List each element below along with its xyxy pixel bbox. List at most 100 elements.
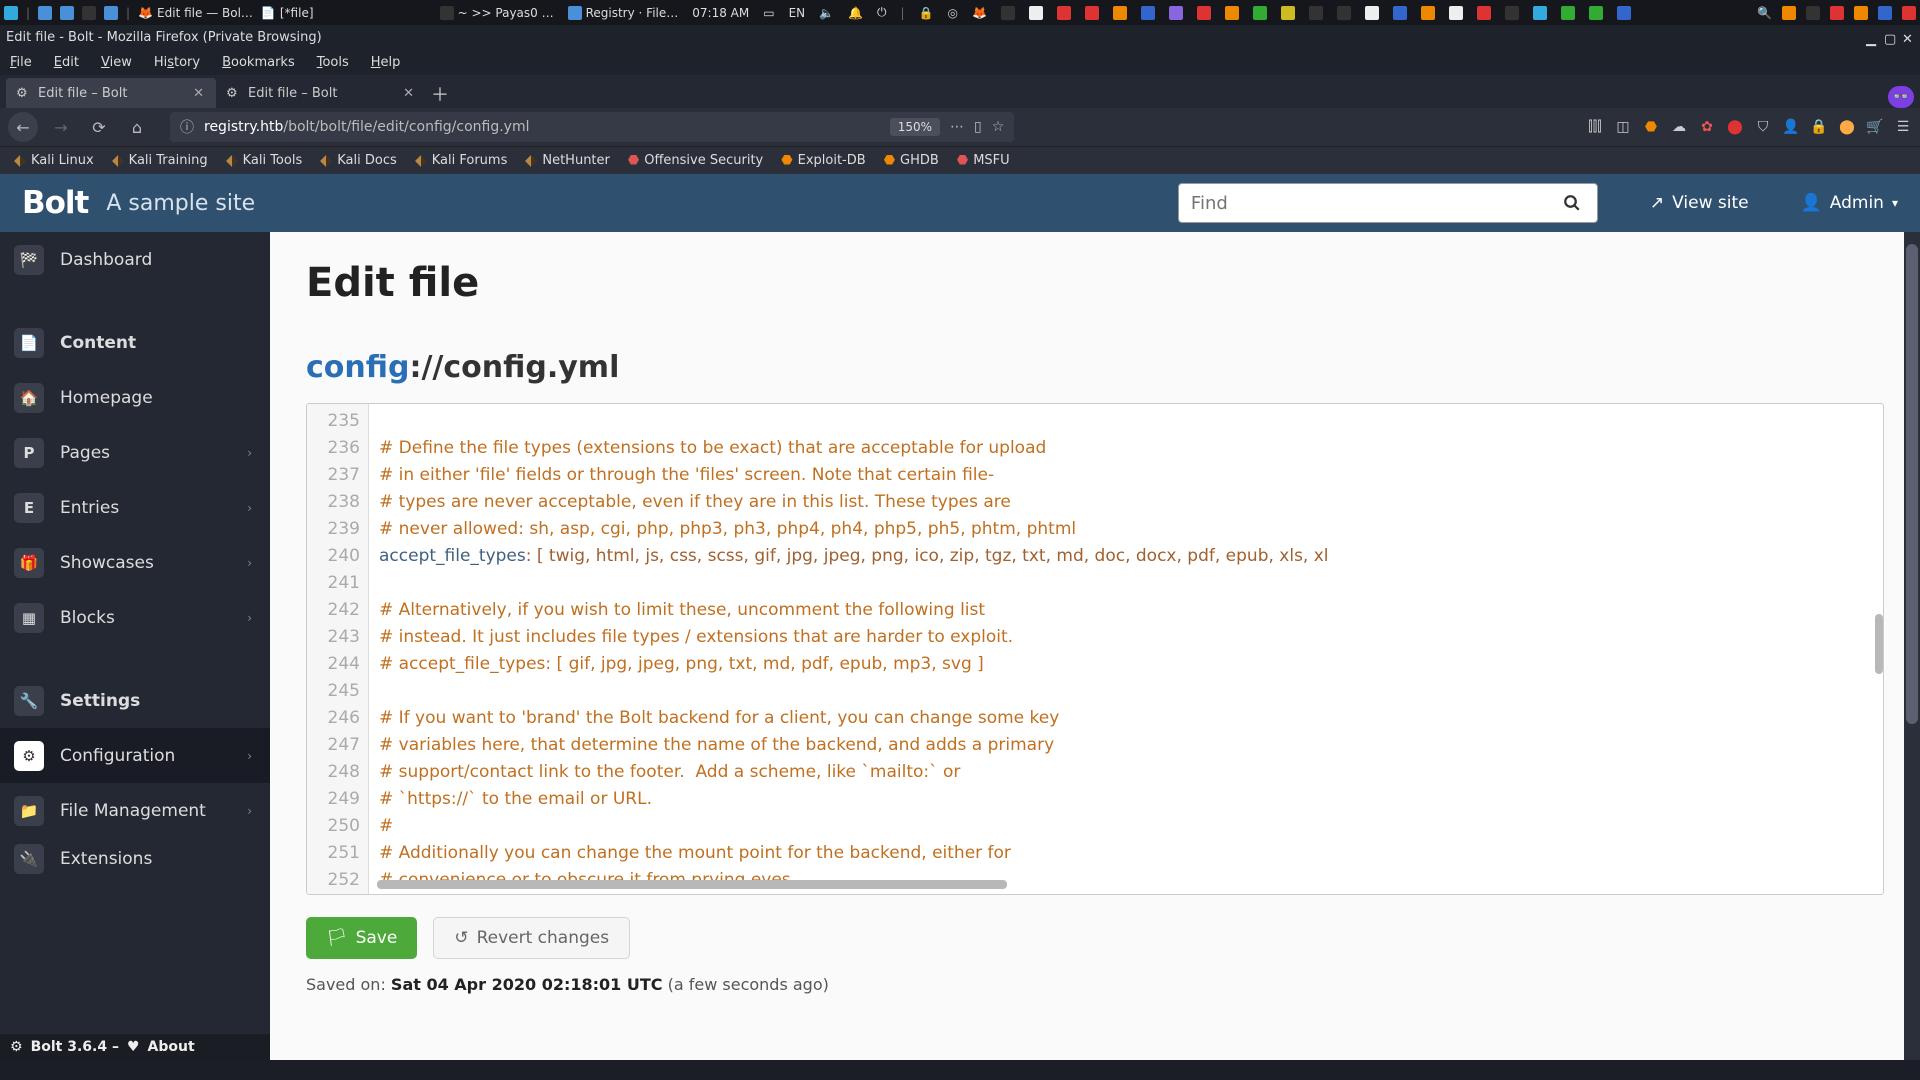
bookmark-kali-linux[interactable]: Kali Linux <box>14 153 94 168</box>
taskbar-app-filemanager[interactable]: Registry · File… <box>568 6 679 20</box>
page-actions-icon[interactable]: ⋯ <box>950 119 964 135</box>
ext-icon[interactable]: ✿ <box>1698 118 1716 136</box>
tray-icon[interactable] <box>1902 6 1916 20</box>
ext-icon[interactable]: ⬤ <box>1838 118 1856 136</box>
search-button[interactable] <box>1548 183 1598 223</box>
taskbar-app-terminal[interactable]: ~ >> Payas0 … <box>440 6 554 20</box>
menu-help[interactable]: Help <box>371 55 401 70</box>
terminal-launcher-icon[interactable] <box>82 6 96 20</box>
close-icon[interactable]: ✕ <box>191 86 206 101</box>
sidebar-item-file-management[interactable]: 📁 File Management › <box>0 783 270 838</box>
tray-icon[interactable] <box>1854 6 1868 20</box>
window-close-icon[interactable]: ✕ <box>1902 32 1914 44</box>
power-icon[interactable]: ⏻ <box>877 5 887 20</box>
menu-file[interactable]: File <box>10 55 32 70</box>
search-tray-icon[interactable]: 🔍 <box>1757 6 1772 20</box>
about-link[interactable]: About <box>148 1039 195 1055</box>
firefox-tray-icon[interactable]: 🦊 <box>972 6 987 20</box>
sidebar-icon[interactable]: ◫ <box>1614 118 1632 136</box>
info-icon[interactable]: ⓘ <box>180 117 194 137</box>
ext-icon[interactable]: ⬣ <box>1642 118 1660 136</box>
sidebar-item-homepage[interactable]: 🏠 Homepage <box>0 370 270 425</box>
volume-icon[interactable]: 🔈 <box>819 6 834 20</box>
new-tab-button[interactable]: ＋ <box>426 80 454 108</box>
ext-icon[interactable]: 🔒 <box>1810 118 1828 136</box>
menu-view[interactable]: View <box>101 55 132 70</box>
term-tray-icon[interactable] <box>1001 6 1015 20</box>
close-icon[interactable]: ✕ <box>401 86 416 101</box>
editor-v-scrollbar-thumb[interactable] <box>1875 614 1883 674</box>
keyboard-lang[interactable]: EN <box>789 6 806 20</box>
bell-icon[interactable]: 🔔 <box>848 6 863 20</box>
view-site-link[interactable]: ↗ View site <box>1650 193 1749 213</box>
forward-button[interactable]: → <box>46 112 76 142</box>
tray-icon[interactable] <box>1782 6 1796 20</box>
reader-icon[interactable]: ▯ <box>974 119 982 135</box>
window-maximize-icon[interactable]: ▢ <box>1884 32 1896 44</box>
editor-code[interactable]: # Define the file types (extensions to b… <box>369 404 1883 894</box>
window-minimize-icon[interactable]: ▁ <box>1866 32 1878 44</box>
tab-2[interactable]: ⚙ Edit file – Bolt ✕ <box>216 78 426 108</box>
tray-icon[interactable] <box>1505 6 1519 20</box>
hamburger-icon[interactable]: ☰ <box>1894 118 1912 136</box>
files-launcher-icon[interactable] <box>38 6 52 20</box>
menu-bookmarks[interactable]: Bookmarks <box>222 55 295 70</box>
tray-icon[interactable] <box>1281 6 1295 20</box>
tray-icon[interactable] <box>1141 6 1155 20</box>
url-bar[interactable]: ⓘ registry.htb/bolt/bolt/file/edit/confi… <box>170 112 1014 142</box>
files-launcher-icon-2[interactable] <box>60 6 74 20</box>
sidebar-item-blocks[interactable]: ▦ Blocks › <box>0 590 270 645</box>
sidebar-item-pages[interactable]: P Pages › <box>0 425 270 480</box>
tray-icon[interactable] <box>1057 6 1071 20</box>
tray-icon[interactable] <box>1421 6 1435 20</box>
tray-icon[interactable] <box>1830 6 1844 20</box>
ext-icon[interactable]: ☁ <box>1670 118 1688 136</box>
editor-v-scrollbar-track[interactable] <box>1873 404 1883 894</box>
tray-icon[interactable] <box>1617 6 1631 20</box>
editor-h-scrollbar[interactable] <box>377 880 1007 889</box>
ext-icon[interactable]: 🛒 <box>1866 118 1884 136</box>
library-icon[interactable]: ⫿⫿⫿ <box>1586 118 1604 136</box>
save-button[interactable]: 🏳 Save <box>306 917 417 959</box>
sidebar-item-dashboard[interactable]: 🏁 Dashboard <box>0 232 270 287</box>
tray-icon[interactable] <box>1393 6 1407 20</box>
admin-menu[interactable]: 👤 Admin ▾ <box>1801 193 1898 213</box>
revert-button[interactable]: ↺ Revert changes <box>433 917 630 959</box>
tray-icon[interactable] <box>1337 6 1351 20</box>
sidebar-item-showcases[interactable]: 🎁 Showcases › <box>0 535 270 590</box>
bookmark-ghdb[interactable]: ⬣GHDB <box>884 153 939 168</box>
back-button[interactable]: ← <box>8 112 38 142</box>
ext-icon[interactable]: 👤 <box>1782 118 1800 136</box>
tray-icon[interactable] <box>1085 6 1099 20</box>
tray-icon[interactable] <box>1533 6 1547 20</box>
brand-logo[interactable]: Bolt <box>22 185 88 221</box>
menu-tools[interactable]: Tools <box>317 55 349 70</box>
tray-icon[interactable] <box>1029 6 1043 20</box>
tray-icon[interactable] <box>1561 6 1575 20</box>
search-input[interactable] <box>1178 183 1548 223</box>
ext-icon[interactable]: ⬤ <box>1726 118 1744 136</box>
tray-icon[interactable] <box>1589 6 1603 20</box>
bookmark-nethunter[interactable]: NetHunter <box>525 153 610 168</box>
taskbar-app-editor[interactable]: 📄 [*file] <box>261 6 314 20</box>
sidebar-item-configuration[interactable]: ⚙ Configuration › <box>0 728 270 783</box>
tab-1[interactable]: ⚙ Edit file – Bolt ✕ <box>6 78 216 108</box>
home-button[interactable]: ⌂ <box>122 112 152 142</box>
notes-launcher-icon[interactable] <box>104 6 118 20</box>
reload-button[interactable]: ⟳ <box>84 112 114 142</box>
ext-icon[interactable]: ⛉ <box>1754 118 1772 136</box>
tray-icon[interactable] <box>1878 6 1892 20</box>
bookmark-star-icon[interactable]: ☆ <box>992 119 1005 135</box>
sidebar-item-content[interactable]: 📄 Content <box>0 315 270 370</box>
tray-icon[interactable] <box>1309 6 1323 20</box>
tray-icon[interactable] <box>1806 6 1820 20</box>
sidebar-item-settings[interactable]: 🔧 Settings <box>0 673 270 728</box>
bookmark-kali-tools[interactable]: Kali Tools <box>226 153 303 168</box>
bookmark-exploit-db[interactable]: ⬣Exploit-DB <box>781 153 865 168</box>
menu-history[interactable]: History <box>154 55 200 70</box>
sidebar-item-extensions[interactable]: 🔌 Extensions <box>0 838 270 880</box>
tray-icon[interactable] <box>1169 6 1183 20</box>
sidebar-item-entries[interactable]: E Entries › <box>0 480 270 535</box>
page-v-scrollbar-thumb[interactable] <box>1906 244 1918 724</box>
lock-icon[interactable]: 🔒 <box>919 6 934 20</box>
